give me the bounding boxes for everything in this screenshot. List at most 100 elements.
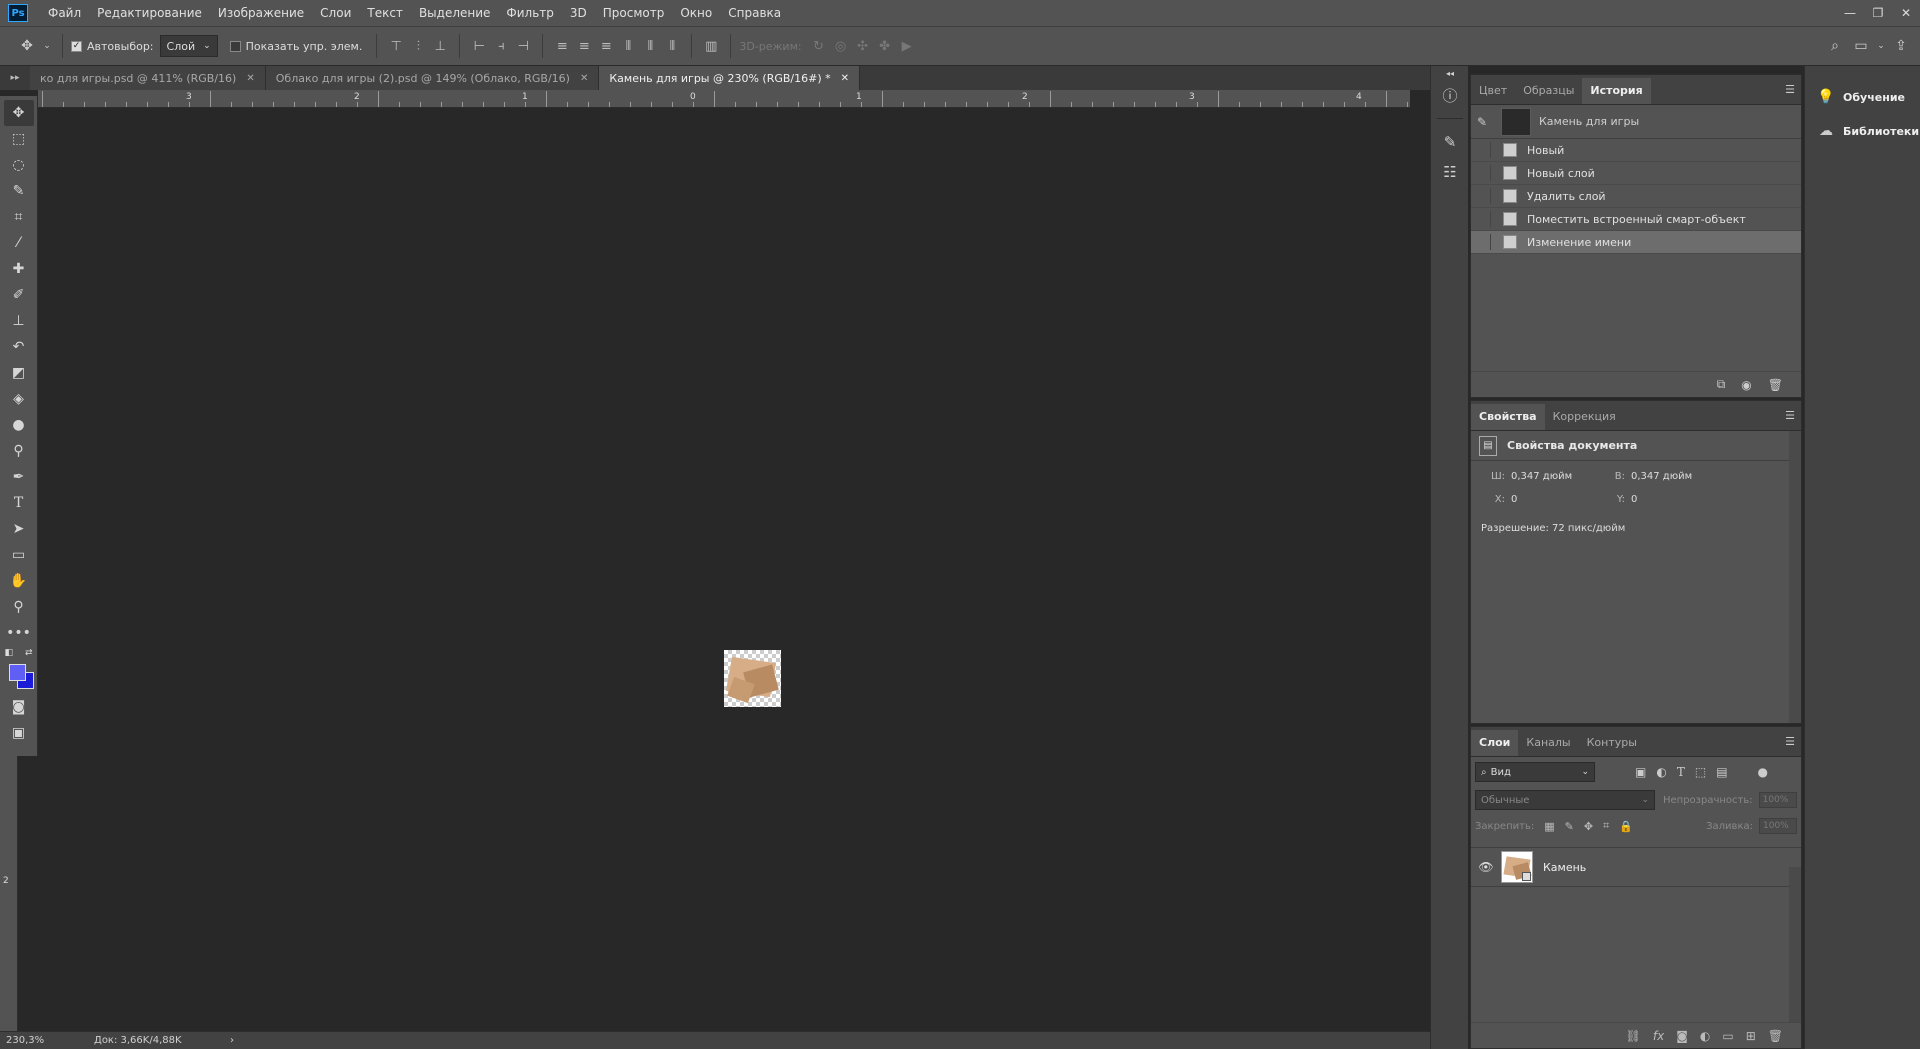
lock-artboard-icon[interactable]: ⌗	[1603, 819, 1609, 833]
autoselect-checkbox[interactable]: ✓	[71, 40, 82, 52]
history-item[interactable]: Новый	[1471, 139, 1801, 162]
lock-all-icon[interactable]: 🔒	[1619, 820, 1633, 833]
menu-select[interactable]: Выделение	[411, 0, 498, 26]
share-icon[interactable]: ⇪	[1888, 33, 1914, 59]
layer-style-icon[interactable]: fx	[1653, 1029, 1664, 1043]
brush-settings-icon[interactable]: ✎	[1431, 127, 1469, 157]
slide-3d-icon[interactable]: ✤	[874, 34, 896, 58]
lock-pixels-icon[interactable]: ✎	[1565, 820, 1574, 833]
opacity-input[interactable]: 100%	[1758, 792, 1797, 808]
history-brush-source-box[interactable]	[1475, 165, 1491, 181]
clone-stamp-tool-icon[interactable]: ⊥	[4, 308, 34, 334]
panel-menu-icon[interactable]: ☰	[1785, 409, 1795, 422]
lock-position-icon[interactable]: ✥	[1584, 820, 1593, 833]
orbit-3d-icon[interactable]: ↻	[808, 34, 830, 58]
pan-3d-icon[interactable]: ✣	[852, 34, 874, 58]
new-document-from-state-icon[interactable]: ⧉	[1717, 377, 1726, 392]
vertical-ruler[interactable]: 2	[0, 756, 18, 1031]
height-field[interactable]: В: 0,347 дюйм	[1603, 471, 1723, 482]
hand-tool-icon[interactable]: ✋	[4, 568, 34, 594]
align-bottom-icon[interactable]: ⊥	[429, 34, 451, 58]
close-button[interactable]: ✕	[1892, 0, 1920, 26]
align-left-icon[interactable]: ⊢	[468, 34, 490, 58]
distribute-left-icon[interactable]: ⦀	[617, 34, 639, 58]
chevron-down-icon[interactable]: ⌄	[1874, 33, 1888, 59]
zoom-level[interactable]: 230,3%	[0, 1035, 80, 1046]
roll-3d-icon[interactable]: ◎	[830, 34, 852, 58]
new-layer-icon[interactable]: ⊞	[1746, 1029, 1756, 1043]
eraser-tool-icon[interactable]: ◩	[4, 360, 34, 386]
autoselect-dropdown[interactable]: Слой ⌄	[159, 35, 218, 57]
menu-file[interactable]: Файл	[40, 0, 89, 26]
filter-type-icon[interactable]: T	[1677, 765, 1685, 779]
history-brush-tool-icon[interactable]: ↶	[4, 334, 34, 360]
panel-scrollbar[interactable]	[1789, 867, 1801, 1022]
default-colors-icon[interactable]: ◧	[5, 648, 14, 658]
menu-type[interactable]: Текст	[359, 0, 411, 26]
healing-brush-tool-icon[interactable]: ✚	[4, 256, 34, 282]
chevron-right-icon[interactable]: ›	[230, 1035, 234, 1046]
align-vcenter-icon[interactable]: ⫶	[407, 34, 429, 58]
chevron-down-icon[interactable]: ⌄	[40, 33, 54, 59]
swap-colors-icon[interactable]: ⇄	[25, 648, 33, 658]
more-tools-icon[interactable]: •••	[4, 620, 34, 646]
camera-icon[interactable]: ◉	[1741, 378, 1751, 392]
filter-shape-icon[interactable]: ⬚	[1695, 765, 1706, 779]
trash-icon[interactable]: 🗑	[1768, 378, 1783, 392]
dodge-tool-icon[interactable]: ⚲	[4, 438, 34, 464]
tab-history[interactable]: История	[1582, 78, 1651, 104]
eye-icon[interactable]: 👁	[1471, 860, 1501, 874]
libraries-panel-button[interactable]: ☁ Библиотеки	[1805, 114, 1920, 148]
menu-edit[interactable]: Редактирование	[89, 0, 210, 26]
history-item-selected[interactable]: Изменение имени	[1471, 231, 1801, 254]
fill-input[interactable]: 100%	[1759, 818, 1797, 834]
close-icon[interactable]: ✕	[580, 73, 588, 84]
layer-row[interactable]: 👁 Камень	[1471, 847, 1801, 887]
history-brush-source-box[interactable]	[1475, 142, 1491, 158]
history-brush-source-box[interactable]	[1475, 234, 1491, 250]
history-brush-source-box[interactable]	[1475, 188, 1491, 204]
distribute-top-icon[interactable]: ≡	[551, 34, 573, 58]
tab-swatches[interactable]: Образцы	[1515, 78, 1582, 104]
collapse-arrows-icon[interactable]: ◂◂	[1431, 66, 1469, 80]
brush-tool-icon[interactable]: ✐	[4, 282, 34, 308]
screen-mode-icon[interactable]: ▣	[4, 720, 34, 746]
tab-layers[interactable]: Слои	[1471, 730, 1519, 756]
new-group-icon[interactable]: ▭	[1722, 1029, 1733, 1043]
type-tool-icon[interactable]: T	[4, 490, 34, 516]
tab-document-3[interactable]: Камень для игры @ 230% (RGB/16#) * ✕	[599, 66, 861, 90]
tab-channels[interactable]: Каналы	[1518, 730, 1578, 756]
align-hcenter-icon[interactable]: ⫞	[490, 34, 512, 58]
menu-filter[interactable]: Фильтр	[498, 0, 561, 26]
distribute-hcenter-icon[interactable]: ⦀	[639, 34, 661, 58]
distribute-bottom-icon[interactable]: ≡	[595, 34, 617, 58]
path-selection-tool-icon[interactable]: ➤	[4, 516, 34, 542]
pen-tool-icon[interactable]: ✒	[4, 464, 34, 490]
filter-toggle-icon[interactable]: ●	[1758, 765, 1768, 779]
menu-layers[interactable]: Слои	[312, 0, 359, 26]
document-image[interactable]	[724, 650, 781, 707]
tab-paths[interactable]: Контуры	[1579, 730, 1645, 756]
collapse-toolbar-icon[interactable]: ▸▸	[0, 66, 30, 90]
history-snapshot[interactable]: ✎ Камень для игры	[1471, 105, 1801, 139]
quick-mask-icon[interactable]: ◙	[4, 694, 34, 720]
menu-window[interactable]: Окно	[672, 0, 720, 26]
move-tool-preset-icon[interactable]: ✥	[14, 33, 40, 59]
learn-panel-button[interactable]: 💡 Обучение	[1805, 80, 1920, 114]
close-icon[interactable]: ✕	[246, 73, 254, 84]
minimize-button[interactable]: —	[1836, 0, 1864, 26]
tab-adjustments[interactable]: Коррекция	[1545, 404, 1624, 430]
photoshop-logo[interactable]: Ps	[8, 4, 28, 22]
auto-align-icon[interactable]: ▥	[700, 34, 722, 58]
menu-3d[interactable]: 3D	[562, 0, 595, 26]
paint-bucket-tool-icon[interactable]: ◈	[4, 386, 34, 412]
tab-document-2[interactable]: Облако для игры (2).psd @ 149% (Облако, …	[265, 66, 600, 90]
tab-document-1[interactable]: ко для игры.psd @ 411% (RGB/16) ✕	[30, 66, 266, 90]
filter-smart-object-icon[interactable]: ▤	[1716, 765, 1727, 779]
filter-adjustment-icon[interactable]: ◐	[1656, 765, 1666, 779]
filter-pixel-icon[interactable]: ▣	[1635, 765, 1646, 779]
menu-image[interactable]: Изображение	[210, 0, 312, 26]
panel-menu-icon[interactable]: ☰	[1785, 735, 1795, 748]
blend-mode-dropdown[interactable]: Обычные ⌄	[1475, 790, 1655, 810]
zoom-tool-icon[interactable]: ⚲	[4, 594, 34, 620]
